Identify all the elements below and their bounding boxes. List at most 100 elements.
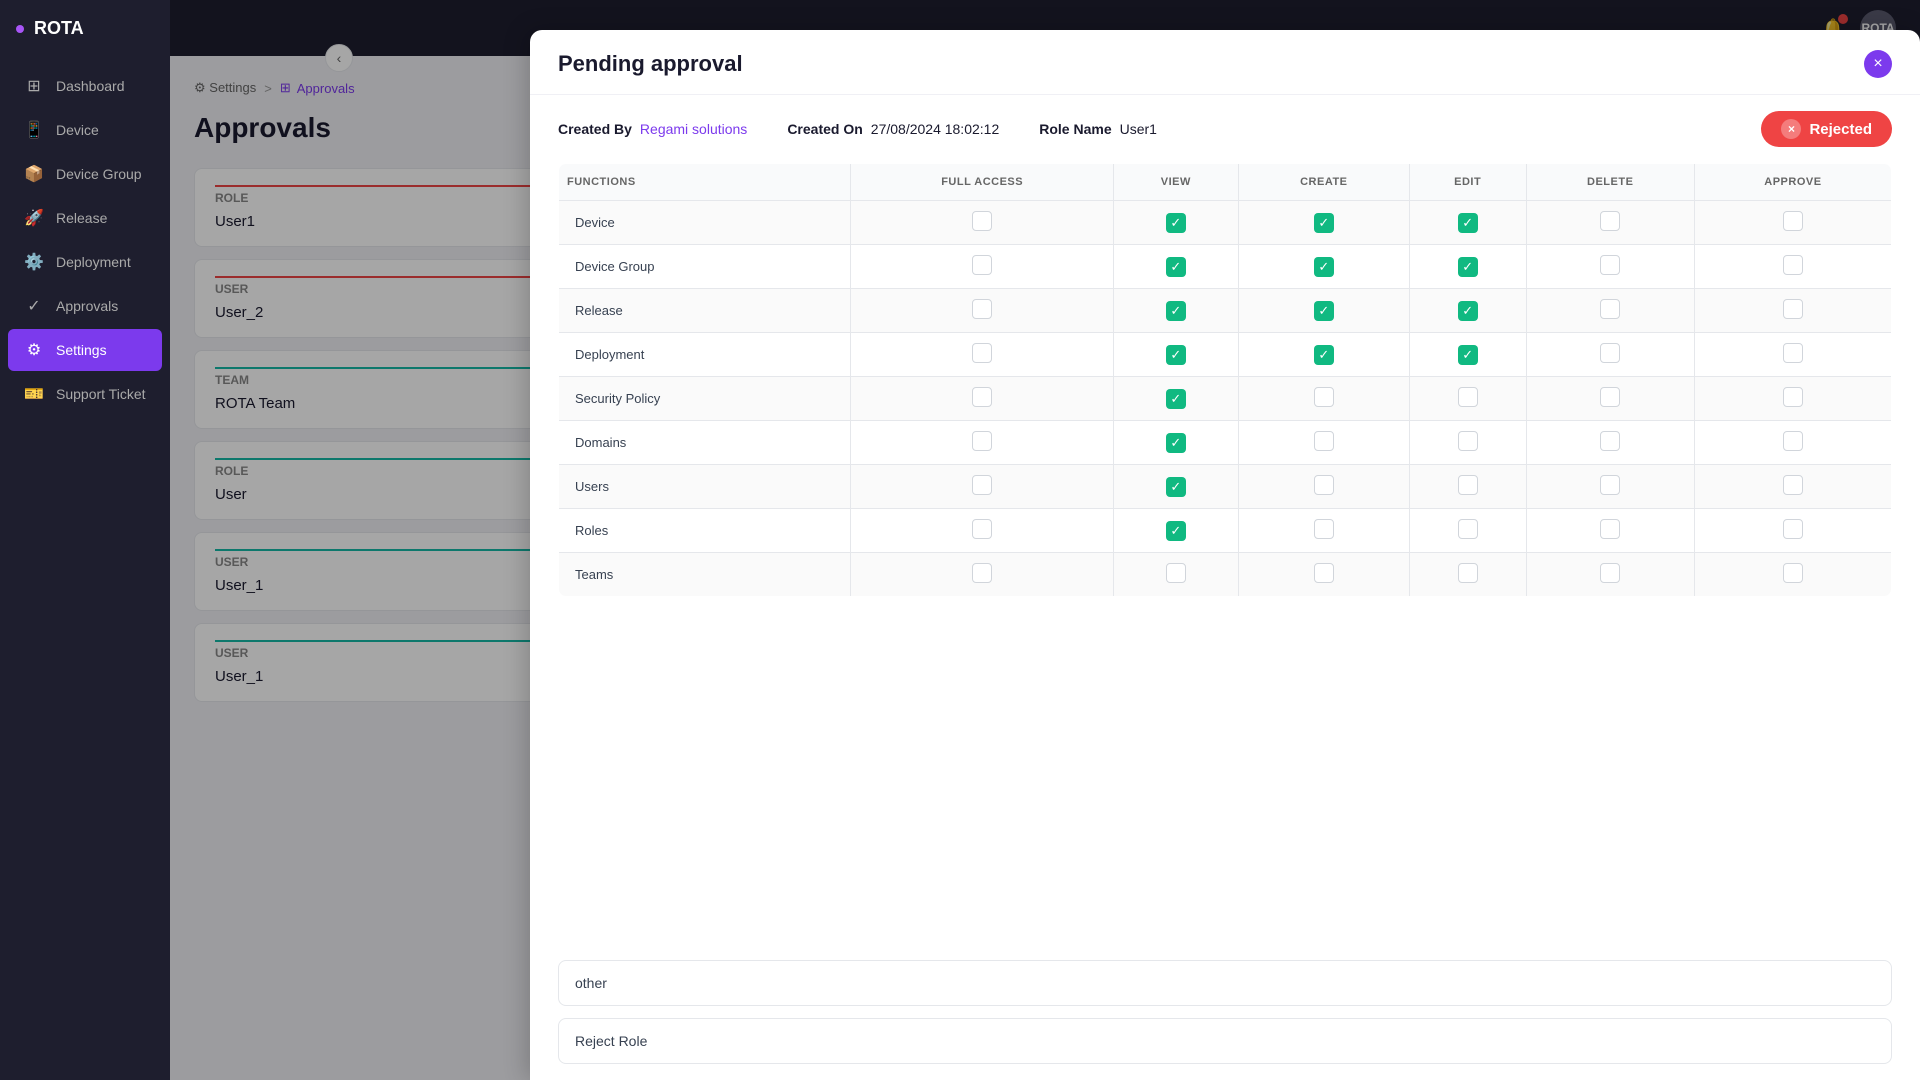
checkbox-checked: ✓: [1458, 213, 1478, 233]
perm-cell-edit[interactable]: ✓: [1409, 289, 1526, 333]
meta-created-on: Created On 27/08/2024 18:02:12: [787, 121, 999, 137]
perm-cell-full_access[interactable]: [851, 465, 1113, 509]
perm-cell-edit[interactable]: [1409, 421, 1526, 465]
perm-cell-delete[interactable]: [1526, 201, 1694, 245]
perm-cell-delete[interactable]: [1526, 333, 1694, 377]
perm-cell-edit[interactable]: ✓: [1409, 245, 1526, 289]
col-header-full-access: FULL ACCESS: [851, 164, 1113, 201]
created-by-label: Created By: [558, 121, 632, 137]
table-row: Release✓✓✓: [559, 289, 1892, 333]
rejected-icon: ×: [1781, 119, 1801, 139]
perm-cell-view[interactable]: ✓: [1113, 465, 1238, 509]
perm-cell-approve[interactable]: [1694, 201, 1891, 245]
perm-cell-approve[interactable]: [1694, 465, 1891, 509]
perm-cell-create[interactable]: [1238, 421, 1409, 465]
perm-cell-full_access[interactable]: [851, 421, 1113, 465]
sidebar-label-deployment: Deployment: [56, 254, 131, 270]
checkbox-unchecked: [1600, 343, 1620, 363]
perm-cell-approve[interactable]: [1694, 377, 1891, 421]
perm-cell-view[interactable]: ✓: [1113, 421, 1238, 465]
sidebar-item-deployment[interactable]: ⚙️ Deployment: [8, 241, 162, 283]
function-name: Roles: [559, 509, 851, 553]
perm-cell-approve[interactable]: [1694, 289, 1891, 333]
perm-cell-approve[interactable]: [1694, 245, 1891, 289]
checkbox-unchecked: [1783, 299, 1803, 319]
col-header-delete: DELETE: [1526, 164, 1694, 201]
sidebar-item-settings[interactable]: ⚙ Settings: [8, 329, 162, 371]
perm-cell-view[interactable]: [1113, 553, 1238, 597]
perm-cell-full_access[interactable]: [851, 245, 1113, 289]
perm-cell-create[interactable]: [1238, 553, 1409, 597]
checkbox-unchecked: [1314, 431, 1334, 451]
perm-cell-create[interactable]: ✓: [1238, 201, 1409, 245]
checkbox-unchecked: [1600, 475, 1620, 495]
checkbox-checked: ✓: [1166, 477, 1186, 497]
modal-meta: Created By Regami solutions Created On 2…: [530, 95, 1920, 163]
perm-cell-view[interactable]: ✓: [1113, 245, 1238, 289]
perm-cell-create[interactable]: [1238, 377, 1409, 421]
perm-cell-approve[interactable]: [1694, 553, 1891, 597]
perm-cell-view[interactable]: ✓: [1113, 509, 1238, 553]
checkbox-checked: ✓: [1458, 301, 1478, 321]
perm-cell-approve[interactable]: [1694, 509, 1891, 553]
sidebar-item-support-ticket[interactable]: 🎫 Support Ticket: [8, 373, 162, 415]
perm-cell-approve[interactable]: [1694, 421, 1891, 465]
table-row: Device Group✓✓✓: [559, 245, 1892, 289]
perm-cell-create[interactable]: [1238, 509, 1409, 553]
perm-cell-view[interactable]: ✓: [1113, 201, 1238, 245]
perm-cell-delete[interactable]: [1526, 245, 1694, 289]
sidebar-item-release[interactable]: 🚀 Release: [8, 197, 162, 239]
perm-cell-full_access[interactable]: [851, 201, 1113, 245]
perm-cell-delete[interactable]: [1526, 465, 1694, 509]
perm-cell-create[interactable]: [1238, 465, 1409, 509]
perm-cell-view[interactable]: ✓: [1113, 377, 1238, 421]
perm-cell-create[interactable]: ✓: [1238, 289, 1409, 333]
function-name: Release: [559, 289, 851, 333]
checkbox-unchecked: [972, 343, 992, 363]
sidebar-label-settings: Settings: [56, 342, 107, 358]
checkbox-unchecked: [1458, 431, 1478, 451]
perm-cell-edit[interactable]: ✓: [1409, 201, 1526, 245]
perm-cell-create[interactable]: ✓: [1238, 245, 1409, 289]
perm-cell-full_access[interactable]: [851, 377, 1113, 421]
settings-icon: ⚙: [24, 340, 44, 360]
perm-cell-full_access[interactable]: [851, 553, 1113, 597]
sidebar-label-release: Release: [56, 210, 107, 226]
sidebar-item-approvals[interactable]: ✓ Approvals: [8, 285, 162, 327]
perm-cell-delete[interactable]: [1526, 289, 1694, 333]
reject-role-label: Reject Role: [575, 1033, 647, 1049]
sidebar-nav: ⊞ Dashboard 📱 Device 📦 Device Group 🚀 Re…: [0, 57, 170, 1080]
sidebar-item-dashboard[interactable]: ⊞ Dashboard: [8, 65, 162, 107]
perm-cell-create[interactable]: ✓: [1238, 333, 1409, 377]
checkbox-unchecked: [1783, 519, 1803, 539]
perm-cell-edit[interactable]: [1409, 377, 1526, 421]
sidebar-item-device[interactable]: 📱 Device: [8, 109, 162, 151]
perm-cell-edit[interactable]: [1409, 509, 1526, 553]
perm-cell-edit[interactable]: [1409, 553, 1526, 597]
meta-role-name: Role Name User1: [1039, 121, 1157, 137]
perm-cell-edit[interactable]: ✓: [1409, 333, 1526, 377]
perm-cell-delete[interactable]: [1526, 509, 1694, 553]
perm-cell-delete[interactable]: [1526, 553, 1694, 597]
perm-cell-view[interactable]: ✓: [1113, 289, 1238, 333]
sidebar-label-support-ticket: Support Ticket: [56, 386, 146, 402]
device-group-icon: 📦: [24, 164, 44, 184]
table-row: Teams: [559, 553, 1892, 597]
perm-cell-edit[interactable]: [1409, 465, 1526, 509]
perm-cell-delete[interactable]: [1526, 421, 1694, 465]
sidebar-label-device: Device: [56, 122, 99, 138]
device-icon: 📱: [24, 120, 44, 140]
perm-cell-full_access[interactable]: [851, 333, 1113, 377]
modal-close-button[interactable]: ×: [1864, 50, 1892, 78]
perm-cell-full_access[interactable]: [851, 509, 1113, 553]
perm-cell-approve[interactable]: [1694, 333, 1891, 377]
checkbox-unchecked: [1600, 563, 1620, 583]
checkbox-checked: ✓: [1166, 433, 1186, 453]
checkbox-unchecked: [972, 519, 992, 539]
sidebar-item-device-group[interactable]: 📦 Device Group: [8, 153, 162, 195]
perm-cell-view[interactable]: ✓: [1113, 333, 1238, 377]
perm-cell-delete[interactable]: [1526, 377, 1694, 421]
perm-cell-full_access[interactable]: [851, 289, 1113, 333]
pending-approval-modal: Pending approval × Created By Regami sol…: [530, 30, 1920, 1080]
modal-body: FUNCTIONSFULL ACCESSVIEWCREATEEDITDELETE…: [530, 163, 1920, 944]
